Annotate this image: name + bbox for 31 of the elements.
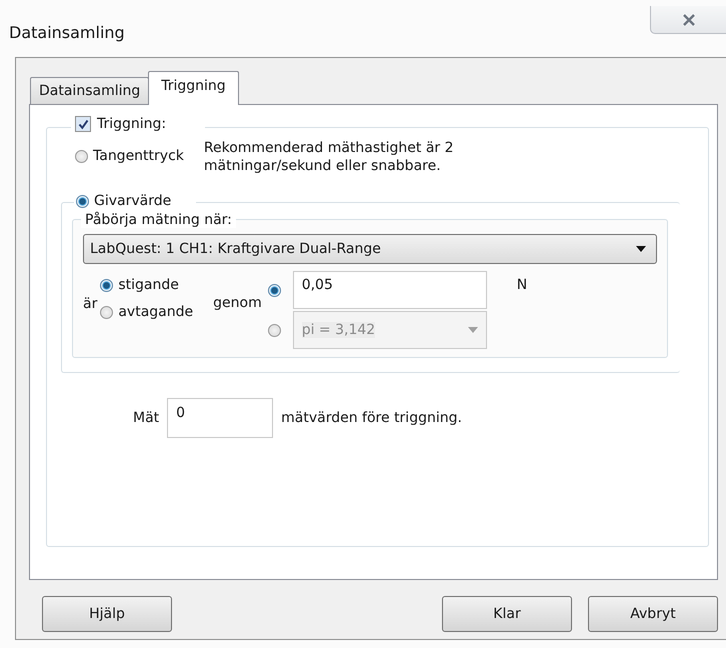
field-label: Mät (133, 410, 160, 426)
radio-button[interactable] (76, 194, 89, 208)
radio-label: stigande (118, 277, 179, 293)
tab[interactable]: Datainsamling (30, 77, 150, 104)
radio-label: Givarvärde (94, 193, 172, 209)
radio-label: avtagande (118, 304, 194, 320)
dialog-button[interactable]: Klar (442, 596, 572, 632)
close-icon (682, 14, 696, 26)
sensor-dropdown[interactable]: LabQuest: 1 CH1: Kraftgivare Dual-Range (83, 234, 657, 264)
info-text: Rekommenderad mäthastighet är 2 mätningar/sekund eller snabbare. (204, 139, 455, 175)
radio-button[interactable] (100, 278, 114, 292)
dialog-button[interactable]: Hjälp (42, 596, 172, 632)
radio-button[interactable] (268, 284, 281, 296)
threshold-field[interactable]: 0,05 (292, 271, 487, 309)
group-label: Påbörja mätning när: (81, 212, 236, 228)
dropdown-arrow-icon (468, 327, 478, 333)
checkbox-label: Triggning: (97, 116, 166, 132)
window-title: Datainsamling (9, 23, 125, 42)
pretrigger-field[interactable]: 0 (167, 398, 274, 438)
close-button[interactable] (650, 6, 726, 34)
field-label: mätvärden före triggning. (281, 410, 462, 426)
dialog-button[interactable]: Avbryt (588, 596, 718, 632)
checkbox[interactable] (75, 116, 91, 132)
radio-label: Tangenttryck (93, 148, 184, 164)
condition-label: genom (213, 295, 262, 311)
radio-button[interactable] (75, 150, 88, 162)
radio-button[interactable] (100, 306, 114, 318)
tab[interactable]: Triggning (148, 71, 239, 105)
dropdown-arrow-icon (636, 246, 646, 252)
condition-label: är (83, 296, 98, 312)
unit-label: N (516, 277, 528, 293)
